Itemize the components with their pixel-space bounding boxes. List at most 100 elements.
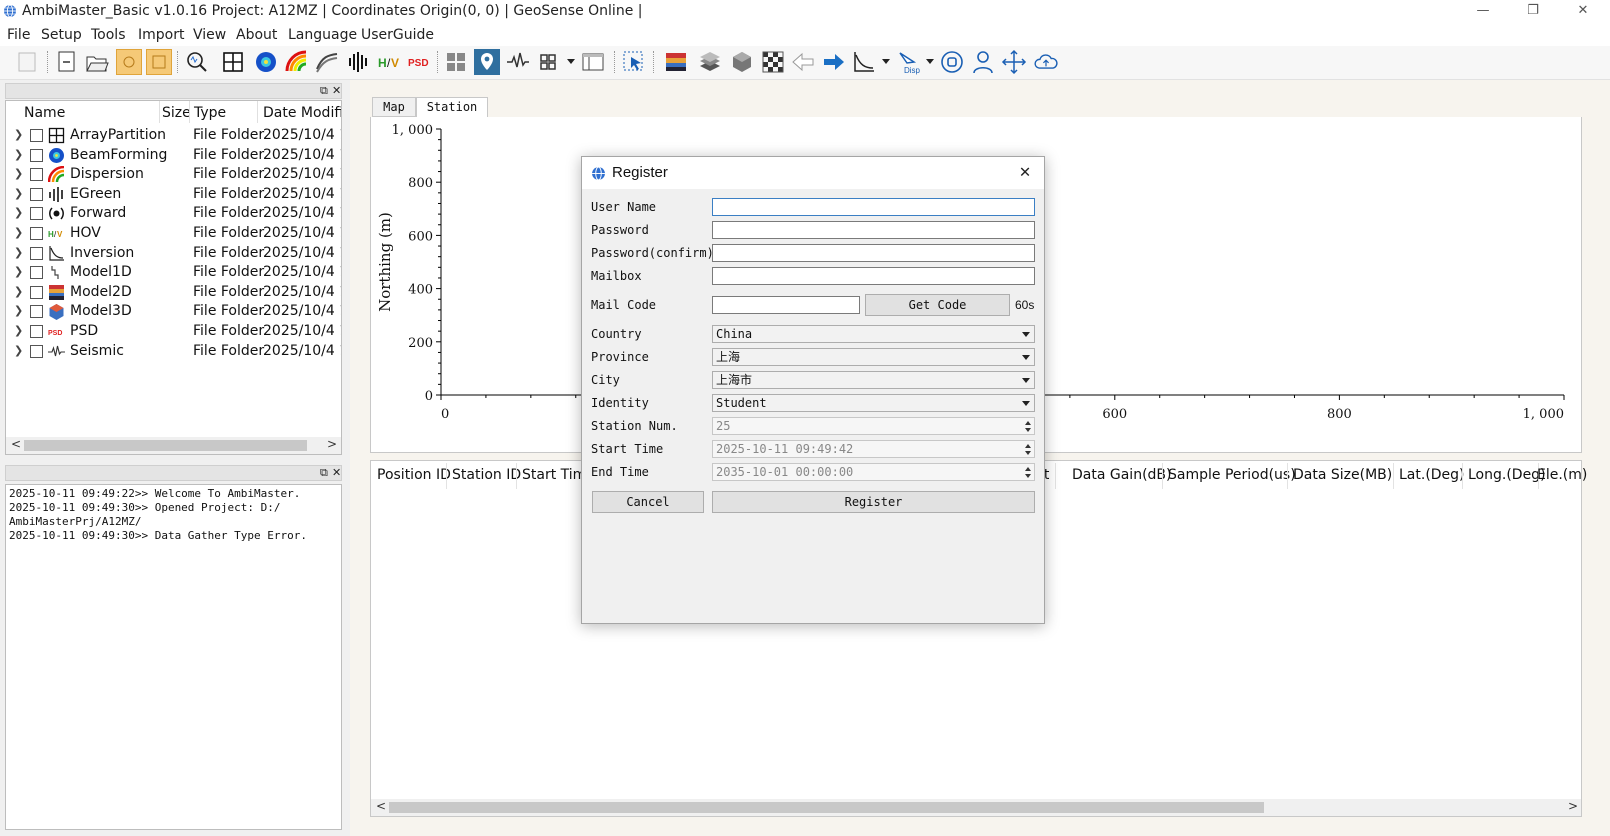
chevron-right-icon[interactable]: ❯ (14, 285, 23, 298)
tree-item-egreen[interactable]: ❯ EGreen File Folder2025/10/4 15 (6, 184, 341, 204)
folder-checkbox[interactable] (30, 129, 43, 142)
country-select[interactable]: China (712, 325, 1035, 343)
move-arrows-icon[interactable] (1001, 49, 1027, 75)
checker-icon[interactable] (760, 49, 786, 75)
close-dock-icon[interactable]: ✕ (332, 466, 341, 480)
table-horizontal-scrollbar[interactable]: < > (371, 799, 1581, 816)
maximize-button[interactable]: ❐ (1510, 0, 1556, 24)
select-pointer-icon[interactable] (621, 49, 647, 75)
egreen-icon[interactable] (345, 49, 371, 75)
chevron-right-icon[interactable]: ❯ (14, 226, 23, 239)
layout-grid-icon[interactable] (536, 49, 562, 75)
column-type[interactable]: Type (194, 105, 226, 121)
tree-item-beamforming[interactable]: ❯ BeamForming File Folder2025/10/4 15 (6, 145, 341, 165)
spin-down-icon[interactable] (1025, 428, 1031, 432)
chevron-right-icon[interactable]: ❯ (14, 324, 23, 337)
folder-checkbox[interactable] (30, 227, 43, 240)
folder-checkbox[interactable] (30, 344, 43, 358)
close-project-icon[interactable] (54, 49, 80, 75)
float-dock-icon[interactable]: ⧉ (320, 84, 328, 98)
menu-userguide[interactable]: UserGuide (361, 27, 434, 43)
disp-cursor-icon[interactable]: Disp (895, 49, 921, 75)
column-elevation[interactable]: Ele.(m) (1537, 467, 1587, 483)
folder-checkbox[interactable] (30, 148, 43, 162)
open-folder-icon[interactable] (84, 49, 110, 75)
scroll-thumb[interactable] (24, 440, 307, 451)
grid-view-icon[interactable] (443, 49, 469, 75)
folder-checkbox[interactable] (30, 266, 43, 280)
menu-import[interactable]: Import (138, 27, 184, 43)
column-position-id[interactable]: Position ID (377, 467, 451, 483)
tree-item-dispersion[interactable]: ❯ Dispersion File Folder2025/10/4 15 (6, 164, 341, 184)
spin-up-icon[interactable] (1025, 467, 1031, 471)
column-size[interactable]: Size (162, 105, 191, 121)
hv-icon[interactable]: H / V (376, 49, 402, 75)
mailbox-input[interactable] (712, 267, 1035, 285)
get-code-button[interactable]: Get Code (865, 294, 1010, 316)
spin-down-icon[interactable] (1025, 451, 1031, 455)
menu-tools[interactable]: Tools (91, 27, 126, 43)
chevron-down-icon[interactable] (926, 59, 934, 64)
stop-circle-icon[interactable] (939, 49, 965, 75)
column-sample-period[interactable]: Sample Period(us) (1168, 467, 1296, 483)
array-partition-icon[interactable] (220, 49, 246, 75)
column-divider[interactable] (1162, 463, 1163, 489)
beamforming-icon[interactable] (253, 49, 279, 75)
file-horizontal-scrollbar[interactable]: < > (6, 437, 341, 454)
password-confirm-input[interactable] (712, 244, 1035, 262)
column-start-time[interactable]: Start Tim (522, 467, 586, 483)
column-divider[interactable] (1462, 463, 1463, 489)
column-station-id[interactable]: Station ID (452, 467, 521, 483)
pan-tool-icon[interactable] (116, 49, 142, 75)
chevron-right-icon[interactable]: ❯ (14, 246, 23, 259)
column-divider[interactable] (257, 101, 258, 123)
dispersion-icon[interactable] (284, 49, 310, 75)
station-num-spinbox[interactable]: 25 (712, 417, 1035, 435)
register-button[interactable]: Register (712, 491, 1035, 513)
password-input[interactable] (712, 221, 1035, 239)
zoom-search-icon[interactable] (184, 49, 210, 75)
cancel-button[interactable]: Cancel (592, 491, 704, 513)
new-project-icon[interactable] (14, 49, 40, 75)
chevron-down-icon[interactable] (882, 59, 890, 64)
chevron-down-icon[interactable] (567, 59, 575, 64)
tree-item-forward[interactable]: ❯ Forward File Folder2025/10/4 15 (6, 203, 341, 223)
arrow-right-icon[interactable] (821, 49, 847, 75)
column-divider[interactable] (189, 101, 190, 123)
column-data-size[interactable]: Data Size(MB) (1293, 467, 1392, 483)
end-time-spinbox[interactable]: 2035-10-01 00:00:00 (712, 463, 1035, 481)
folder-checkbox[interactable] (30, 207, 43, 221)
chevron-right-icon[interactable]: ❯ (14, 187, 23, 200)
panel-layout-icon[interactable] (580, 49, 606, 75)
column-divider[interactable] (1055, 463, 1056, 489)
tree-item-psd[interactable]: ❯ PSD PSD File Folder2025/10/4 15 (6, 321, 341, 341)
column-long[interactable]: Long.(Deg) (1468, 467, 1546, 483)
user-name-input[interactable] (712, 198, 1035, 216)
start-time-spinbox[interactable]: 2025-10-11 09:49:42 (712, 440, 1035, 458)
tree-item-model2d[interactable]: ❯ Model2D File Folder2025/10/4 15 (6, 282, 341, 302)
chevron-right-icon[interactable]: ❯ (14, 304, 23, 317)
column-name[interactable]: Name (24, 105, 65, 121)
menu-setup[interactable]: Setup (41, 27, 82, 43)
folder-checkbox[interactable] (30, 168, 43, 182)
folder-checkbox[interactable] (30, 285, 43, 299)
user-icon[interactable] (970, 49, 996, 75)
minimize-button[interactable]: — (1460, 0, 1506, 24)
folder-checkbox[interactable] (30, 246, 43, 260)
column-lat[interactable]: Lat.(Deg) (1399, 467, 1465, 483)
column-divider[interactable] (1287, 463, 1288, 489)
province-select[interactable]: 上海 (712, 348, 1035, 366)
chevron-right-icon[interactable]: ❯ (14, 206, 23, 219)
arrow-left-icon[interactable] (790, 49, 816, 75)
cube-icon[interactable] (729, 49, 755, 75)
close-dock-icon[interactable]: ✕ (332, 84, 341, 98)
chevron-right-icon[interactable]: ❯ (14, 265, 23, 278)
waveform-icon[interactable] (505, 49, 531, 75)
tree-item-model1d[interactable]: ❯ Model1D File Folder2025/10/4 15 (6, 262, 341, 282)
curve-plot-icon[interactable] (851, 49, 877, 75)
tree-item-model3d[interactable]: ❯ Model3D File Folder2025/10/4 15 (6, 301, 341, 321)
mail-code-input[interactable] (712, 296, 860, 314)
cloud-upload-icon[interactable] (1033, 49, 1063, 75)
chevron-right-icon[interactable]: ❯ (14, 167, 23, 180)
identity-select[interactable]: Student (712, 394, 1035, 412)
